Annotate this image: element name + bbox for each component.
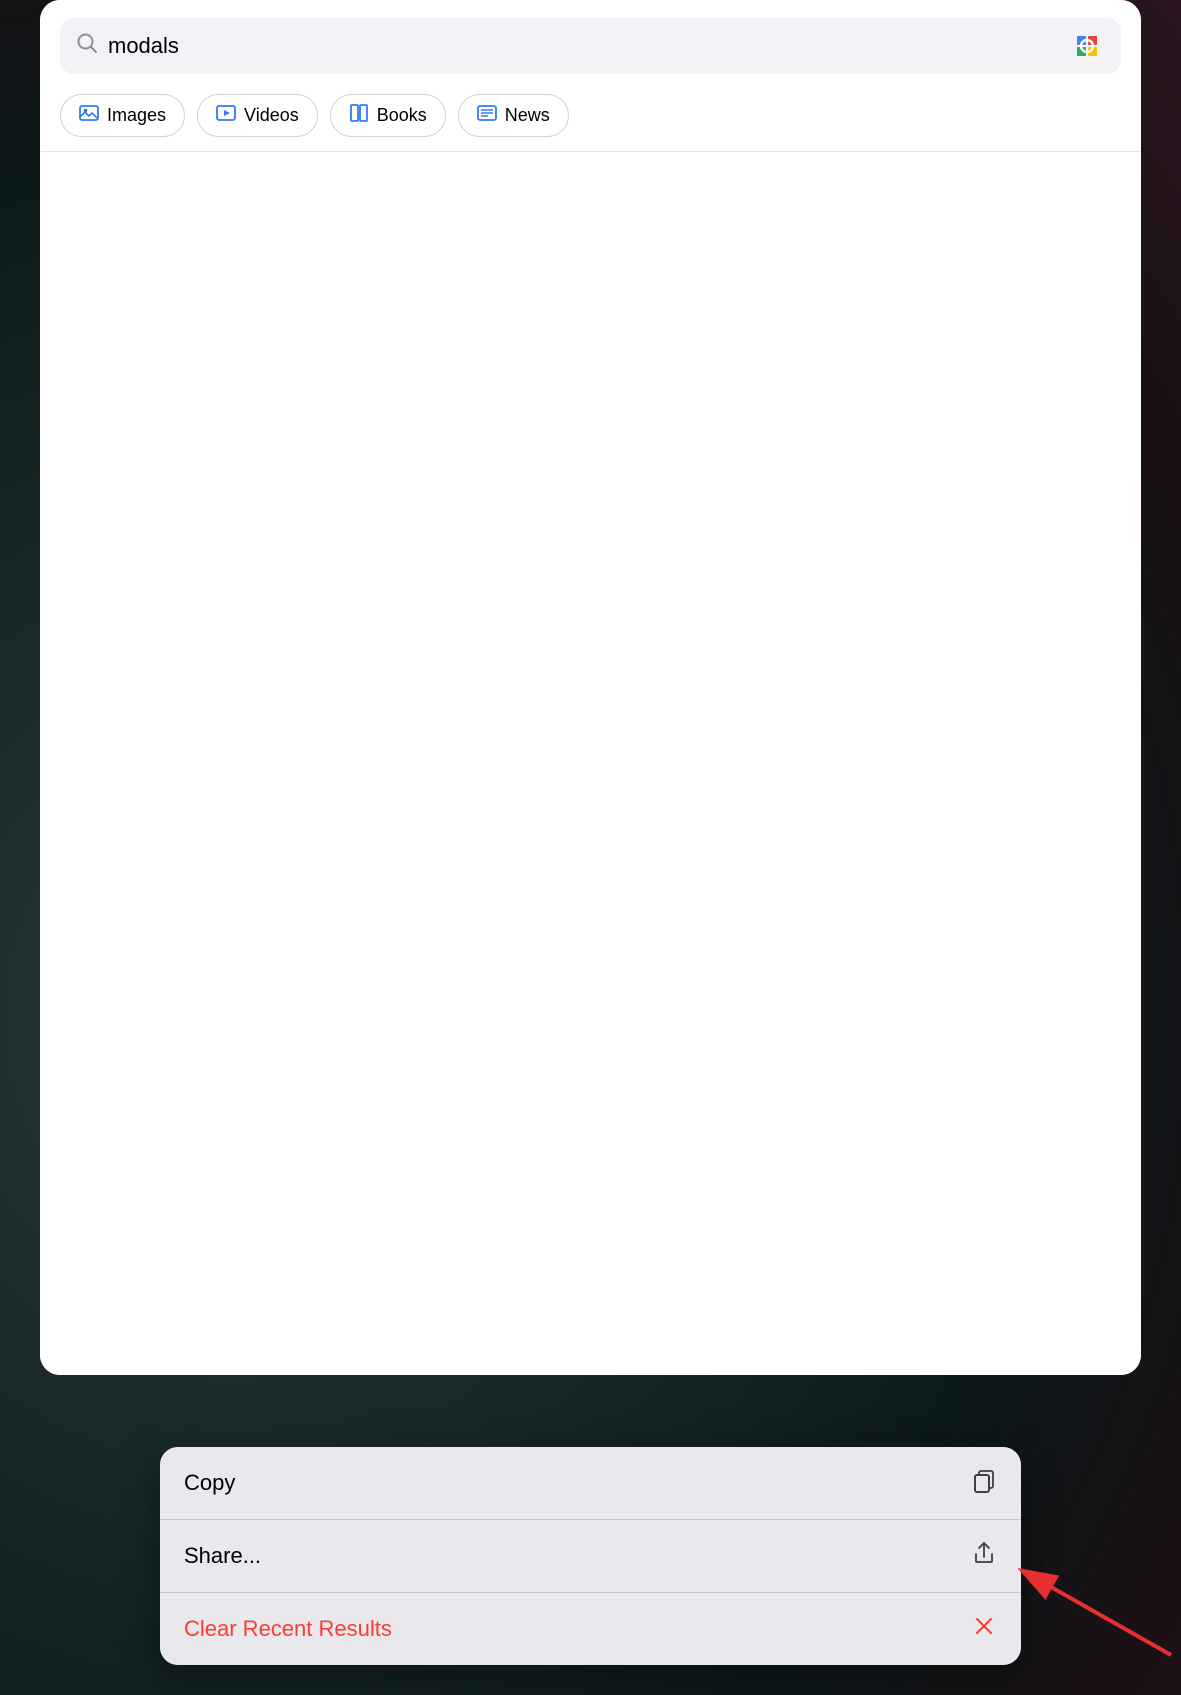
visual-search-button[interactable] <box>1069 28 1105 64</box>
context-menu-clear[interactable]: Clear Recent Results <box>160 1593 1021 1665</box>
filter-tabs: Images Videos Books <box>40 86 1141 151</box>
videos-icon <box>216 103 236 128</box>
copy-label: Copy <box>184 1470 235 1496</box>
context-menu-share[interactable]: Share... <box>160 1520 1021 1593</box>
share-icon <box>971 1540 997 1572</box>
search-icon <box>76 32 98 60</box>
tab-news[interactable]: News <box>458 94 569 137</box>
share-label: Share... <box>184 1543 261 1569</box>
search-modal: modals <box>40 0 1141 1375</box>
images-icon <box>79 103 99 128</box>
clear-label: Clear Recent Results <box>184 1616 392 1642</box>
tab-books-label: Books <box>377 105 427 126</box>
tab-news-label: News <box>505 105 550 126</box>
context-menu-copy[interactable]: Copy <box>160 1447 1021 1520</box>
tab-videos[interactable]: Videos <box>197 94 318 137</box>
tab-images[interactable]: Images <box>60 94 185 137</box>
search-query-text: modals <box>108 33 1059 59</box>
tab-images-label: Images <box>107 105 166 126</box>
tab-videos-label: Videos <box>244 105 299 126</box>
news-icon <box>477 103 497 128</box>
tab-books[interactable]: Books <box>330 94 446 137</box>
books-icon <box>349 103 369 128</box>
search-results-area <box>40 152 1141 1375</box>
search-bar[interactable]: modals <box>60 18 1121 74</box>
close-icon <box>971 1613 997 1645</box>
context-menu: Copy Share... Clear Recent Results <box>160 1447 1021 1665</box>
copy-icon <box>971 1467 997 1499</box>
search-bar-area: modals <box>40 0 1141 86</box>
